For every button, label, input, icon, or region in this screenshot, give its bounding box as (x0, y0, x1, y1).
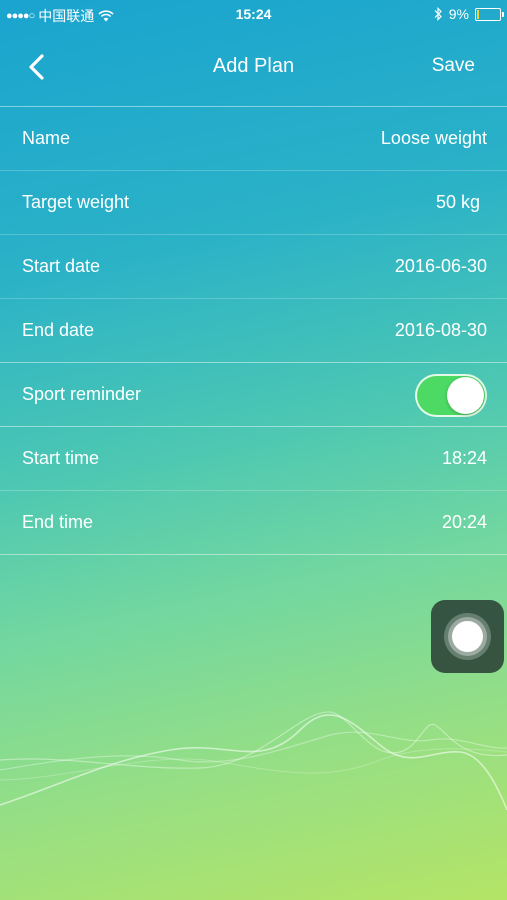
sport-reminder-row: Sport reminder (0, 363, 507, 427)
row-label: End time (22, 512, 94, 532)
battery-percent: 9% (448, 6, 469, 22)
row-label: Sport reminder (22, 384, 142, 404)
row-label: End date (22, 320, 95, 340)
sport-reminder-toggle[interactable] (415, 374, 487, 417)
navigation-bar: Add Plan Save (0, 28, 507, 107)
start-time-row[interactable]: Start time 18:24 (0, 427, 507, 491)
decorative-wave-lines (0, 711, 507, 811)
status-right: 9% (433, 6, 504, 22)
row-value: 50 kg (435, 192, 480, 212)
row-value: Loose weight (380, 128, 487, 148)
row-label: Start date (22, 256, 101, 276)
row-value: 18:24 (441, 448, 487, 468)
row-value: 20:24 (441, 512, 487, 532)
target-weight-row[interactable]: Target weight 50 kg (0, 171, 507, 235)
row-value: 2016-08-30 (394, 320, 487, 340)
bluetooth-icon (434, 7, 442, 21)
row-label: Start time (22, 448, 100, 468)
plan-form-list: Name Loose weight Target weight 50 kg St… (0, 107, 507, 555)
status-time: 15:24 (235, 6, 272, 22)
row-label: Target weight (22, 192, 130, 212)
row-value: 2016-06-30 (394, 256, 487, 276)
status-bar: ●●●●○ 中国联通 15:24 9% (0, 0, 507, 28)
assistive-touch-button[interactable] (431, 600, 504, 673)
toggle-knob (447, 377, 484, 414)
assistive-touch-icon (444, 613, 491, 660)
name-row[interactable]: Name Loose weight (0, 107, 507, 171)
start-date-row[interactable]: Start date 2016-06-30 (0, 235, 507, 299)
battery-level-fill (477, 9, 479, 19)
end-date-row[interactable]: End date 2016-08-30 (0, 299, 507, 363)
save-button[interactable]: Save (432, 55, 475, 77)
end-time-row[interactable]: End time 20:24 (0, 491, 507, 555)
row-label: Name (22, 128, 71, 148)
battery-icon (475, 7, 504, 21)
